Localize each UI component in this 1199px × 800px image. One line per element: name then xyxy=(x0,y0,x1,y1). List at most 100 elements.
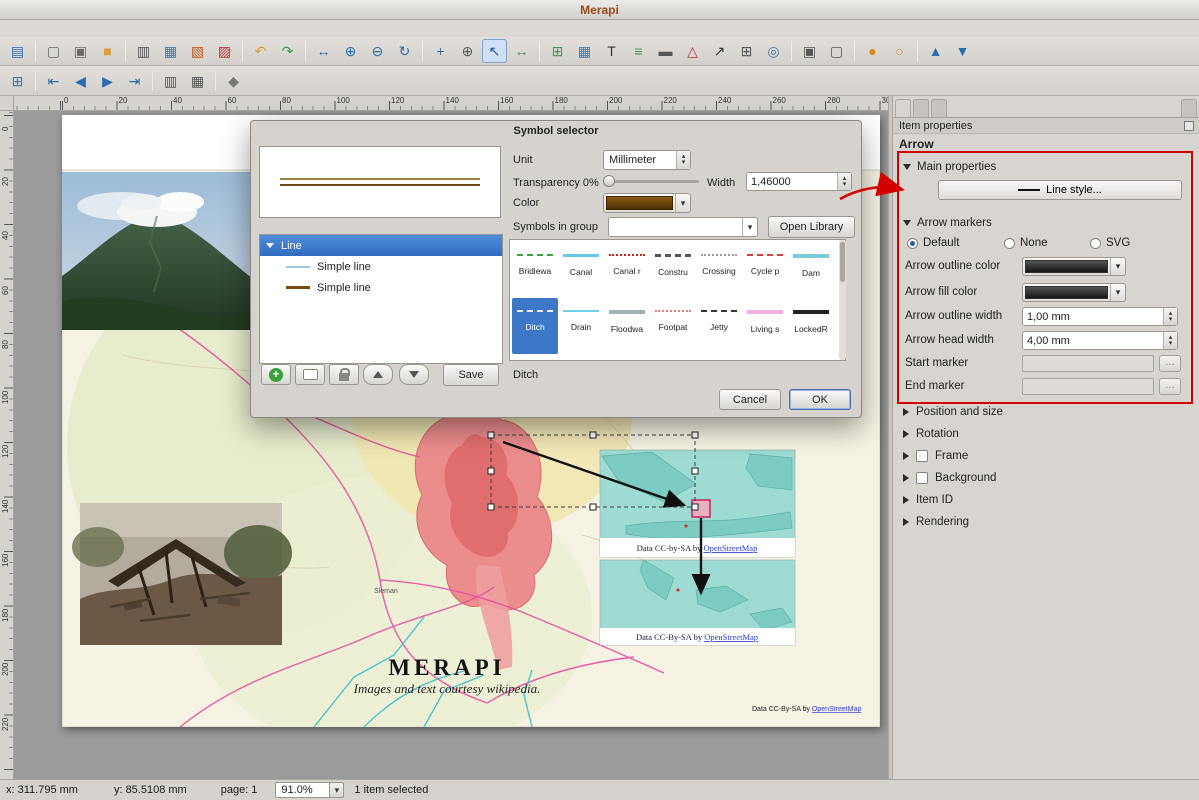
width-value[interactable]: 1,46000 xyxy=(747,173,837,190)
zoom-in[interactable]: ⊕ xyxy=(338,39,363,63)
section-row-position-and-size[interactable]: Position and size xyxy=(893,401,1199,423)
transparency-slider[interactable] xyxy=(603,174,699,188)
dropdown-arrow-icon[interactable] xyxy=(742,218,757,236)
end-marker-field[interactable] xyxy=(1022,378,1154,395)
dropdown-arrow-icon[interactable] xyxy=(1110,284,1125,301)
atlas-preview[interactable]: ⊞ xyxy=(5,69,30,93)
dropdown-arrow-icon[interactable] xyxy=(1110,258,1125,275)
add-table[interactable]: ⊞ xyxy=(734,39,759,63)
volcano-photo[interactable] xyxy=(62,172,252,330)
arrow-outline-color-button[interactable] xyxy=(1022,257,1126,276)
composition-manager[interactable]: ■ xyxy=(95,39,120,63)
lock-button[interactable] xyxy=(329,364,359,385)
save-symbol-button[interactable]: Save xyxy=(443,364,499,386)
spin-value[interactable]: 4,00 mm xyxy=(1023,332,1163,349)
add-scalebar[interactable]: ▬ xyxy=(653,39,678,63)
symbol-item-drain[interactable]: Drain xyxy=(558,298,604,354)
symbol-item-living-s[interactable]: Living s xyxy=(742,298,788,354)
style-manager-button[interactable] xyxy=(295,364,325,385)
symbol-item-lockedr[interactable]: LockedR xyxy=(788,298,834,354)
symbol-item-canal-r[interactable]: Canal r xyxy=(604,242,650,298)
ok-button[interactable]: OK xyxy=(789,389,851,410)
symbols-group-combo[interactable] xyxy=(608,217,758,237)
export-pdf[interactable]: ▨ xyxy=(212,39,237,63)
export-atlas[interactable]: ▦ xyxy=(185,69,210,93)
refresh-view[interactable]: ↻ xyxy=(392,39,417,63)
save-project[interactable]: ▤ xyxy=(5,39,30,63)
spin-arrows-icon[interactable] xyxy=(837,173,851,190)
symbol-item-footpat[interactable]: Footpat xyxy=(650,298,696,354)
add-legend[interactable]: ≡ xyxy=(626,39,651,63)
width-spinbox[interactable]: 1,46000 xyxy=(746,172,852,191)
symbol-item-cycle-p[interactable]: Cycle p xyxy=(742,242,788,298)
atlas-first-feature[interactable]: ⇤ xyxy=(41,69,66,93)
export-image[interactable]: ▦ xyxy=(158,39,183,63)
dropdown-arrow-icon[interactable] xyxy=(675,194,690,212)
unit-combo[interactable]: Millimeter xyxy=(603,150,691,170)
destroyed-house-photo[interactable] xyxy=(72,503,292,645)
arrow-fill-color-button[interactable] xyxy=(1022,283,1126,302)
end-marker-browse-button[interactable]: … xyxy=(1159,378,1181,395)
raise-items[interactable]: ▲ xyxy=(923,39,948,63)
section-checkbox[interactable] xyxy=(916,450,928,462)
symbol-item-constru[interactable]: Constru xyxy=(650,242,696,298)
redo[interactable]: ↷ xyxy=(275,39,300,63)
add-image[interactable]: ▦ xyxy=(572,39,597,63)
symbol-item-jetty[interactable]: Jetty xyxy=(696,298,742,354)
atlas-last-feature[interactable]: ⇥ xyxy=(122,69,147,93)
menu-item-edit[interactable] xyxy=(20,28,36,30)
section-row-rendering[interactable]: Rendering xyxy=(893,511,1199,533)
select-move-item-tool[interactable]: ↖ xyxy=(482,39,507,63)
print[interactable]: ▥ xyxy=(131,39,156,63)
add-html[interactable]: ◎ xyxy=(761,39,786,63)
group-items[interactable]: ▣ xyxy=(797,39,822,63)
symbol-grid-scrollbar[interactable] xyxy=(839,240,846,360)
add-label[interactable]: T xyxy=(599,39,624,63)
print-atlas[interactable]: ▥ xyxy=(158,69,183,93)
inset-map-bottom[interactable]: Data CC-By-SA by OpenStreetMap xyxy=(600,560,795,645)
move-up-button[interactable] xyxy=(363,364,393,385)
pan-tool[interactable]: + xyxy=(428,39,453,63)
arrow-head-width-spinbox[interactable]: 4,00 mm xyxy=(1022,331,1178,350)
undo[interactable]: ↶ xyxy=(248,39,273,63)
symbol-item-dam[interactable]: Dam xyxy=(788,242,834,298)
zoom-full[interactable]: ↔ xyxy=(311,39,336,63)
open-library-button[interactable]: Open Library xyxy=(768,216,855,238)
spin-value[interactable]: 1,00 mm xyxy=(1023,308,1163,325)
duplicate-composition[interactable]: ▣ xyxy=(68,39,93,63)
radio-option-default[interactable]: Default xyxy=(907,235,1004,251)
radio-option-none[interactable]: None xyxy=(1004,235,1090,251)
main-properties-header[interactable]: Main properties xyxy=(893,158,1195,176)
section-row-rotation[interactable]: Rotation xyxy=(893,423,1199,445)
tree-item-simple-line-1[interactable]: Simple line xyxy=(260,256,502,277)
start-marker-field[interactable] xyxy=(1022,355,1154,372)
zoom-value-field[interactable]: 91.0% xyxy=(275,782,329,798)
arrow-markers-header[interactable]: Arrow markers xyxy=(893,214,1195,232)
lower-items[interactable]: ▼ xyxy=(950,39,975,63)
symbol-item-crossing[interactable]: Crossing xyxy=(696,242,742,298)
symbol-item-ditch[interactable]: Ditch xyxy=(512,298,558,354)
lock-items[interactable]: ● xyxy=(860,39,885,63)
spin-arrows-icon[interactable] xyxy=(1163,332,1177,349)
add-arrow[interactable]: ↗ xyxy=(707,39,732,63)
new-composition[interactable]: ▢ xyxy=(41,39,66,63)
zoom-dropdown-icon[interactable] xyxy=(329,782,344,798)
menu-item-settings[interactable] xyxy=(84,28,100,30)
section-row-item-id[interactable]: Item ID xyxy=(893,489,1199,511)
radio-option-svg[interactable]: SVG xyxy=(1090,235,1130,251)
atlas-previous-feature[interactable]: ◀ xyxy=(68,69,93,93)
zoom-out[interactable]: ⊖ xyxy=(365,39,390,63)
arrow-outline-width-spinbox[interactable]: 1,00 mm xyxy=(1022,307,1178,326)
combo-arrows-icon[interactable] xyxy=(676,151,690,169)
cancel-button[interactable]: Cancel xyxy=(719,389,781,410)
menu-item-layout[interactable] xyxy=(52,28,68,30)
move-item-content-tool[interactable]: ↔ xyxy=(509,39,534,63)
move-down-button[interactable] xyxy=(399,364,429,385)
section-checkbox[interactable] xyxy=(916,472,928,484)
section-row-frame[interactable]: Frame xyxy=(893,445,1199,467)
section-row-background[interactable]: Background xyxy=(893,467,1199,489)
line-style-button[interactable]: Line style... xyxy=(938,180,1182,200)
add-symbol-button[interactable]: + xyxy=(261,364,291,385)
tree-expand-icon[interactable] xyxy=(266,243,274,248)
add-shape[interactable]: △ xyxy=(680,39,705,63)
